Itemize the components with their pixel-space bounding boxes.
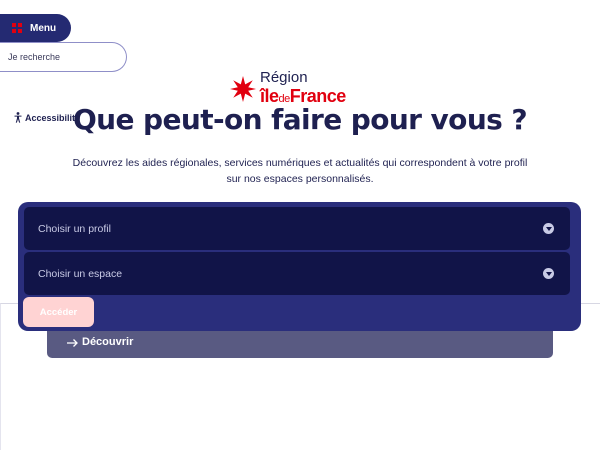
star-icon — [230, 76, 256, 102]
page-title: Que peut-on faire pour vous ? — [72, 103, 528, 136]
discover-label: Découvrir — [82, 336, 134, 348]
profile-select[interactable]: Choisir un profil — [24, 207, 570, 250]
grid-icon — [12, 23, 22, 33]
intro-text: Découvrez les aides régionales, services… — [60, 155, 540, 187]
arrow-right-icon — [67, 339, 78, 347]
chevron-down-icon — [543, 268, 554, 279]
intro-line-1: Découvrez les aides régionales, services… — [72, 157, 528, 169]
chevron-down-icon — [543, 223, 554, 234]
profile-form-panel: Choisir un profil Choisir un espace Accé… — [18, 202, 581, 331]
menu-button[interactable]: Menu — [0, 14, 71, 42]
search-input[interactable] — [0, 42, 127, 72]
space-select-label: Choisir un espace — [38, 267, 123, 280]
intro-line-2: sur nos espaces personnalisés. — [226, 173, 374, 185]
menu-label: Menu — [30, 22, 57, 34]
logo-region-text: Région — [260, 69, 308, 86]
space-select[interactable]: Choisir un espace — [24, 252, 570, 295]
profile-select-label: Choisir un profil — [38, 222, 111, 235]
access-button[interactable]: Accéder — [23, 297, 94, 327]
